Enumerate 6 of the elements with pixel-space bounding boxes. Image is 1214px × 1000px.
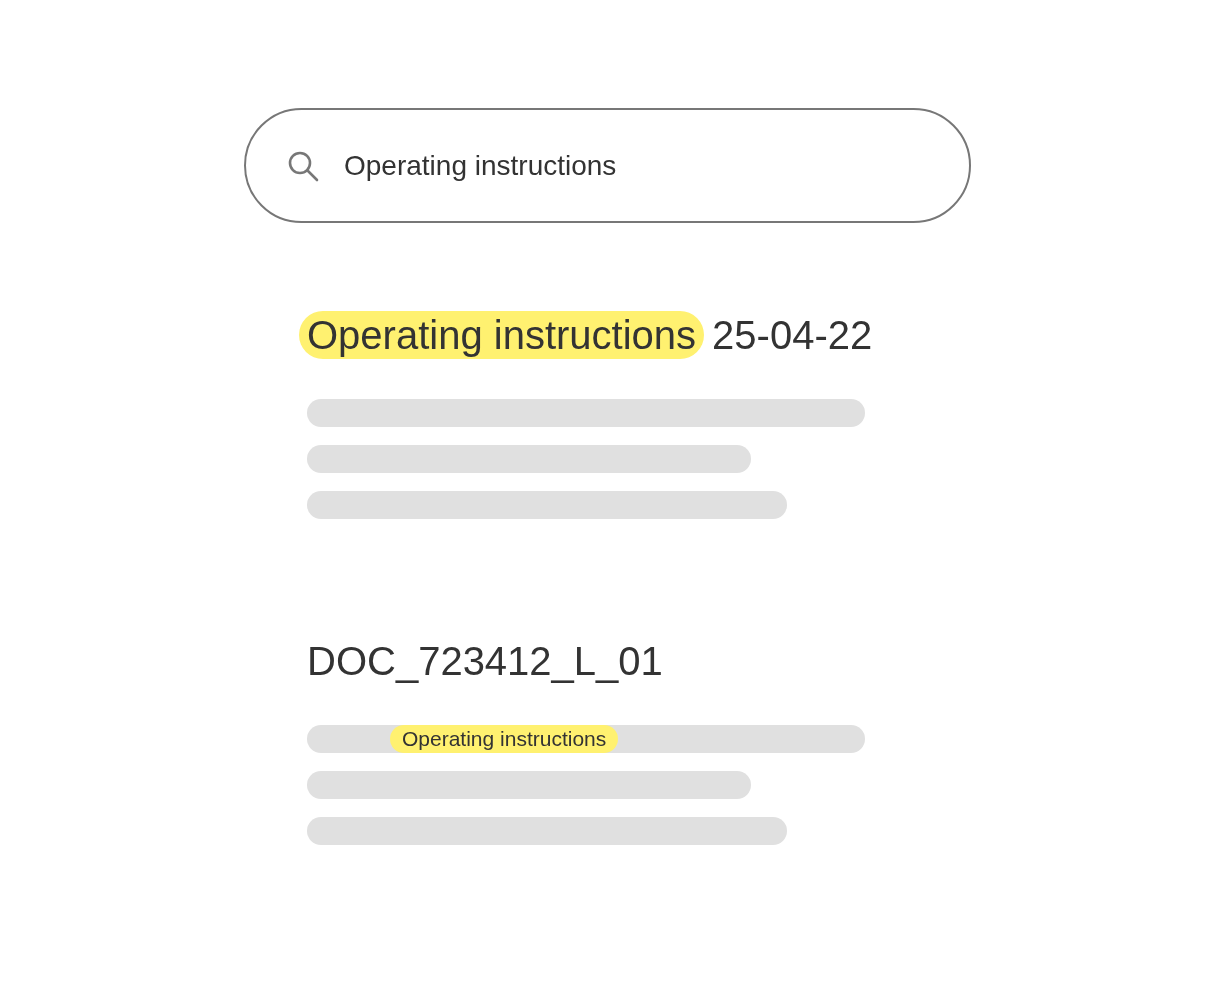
highlighted-title: Operating instructions bbox=[299, 311, 705, 359]
search-value: Operating instructions bbox=[344, 149, 617, 182]
search-field[interactable]: Operating instructions bbox=[244, 108, 971, 223]
result-title: 25-04-22 bbox=[711, 312, 874, 359]
result-title: DOC_723412_L_01 bbox=[306, 638, 664, 685]
highlighted-snippet: Operating instructions bbox=[390, 725, 619, 753]
